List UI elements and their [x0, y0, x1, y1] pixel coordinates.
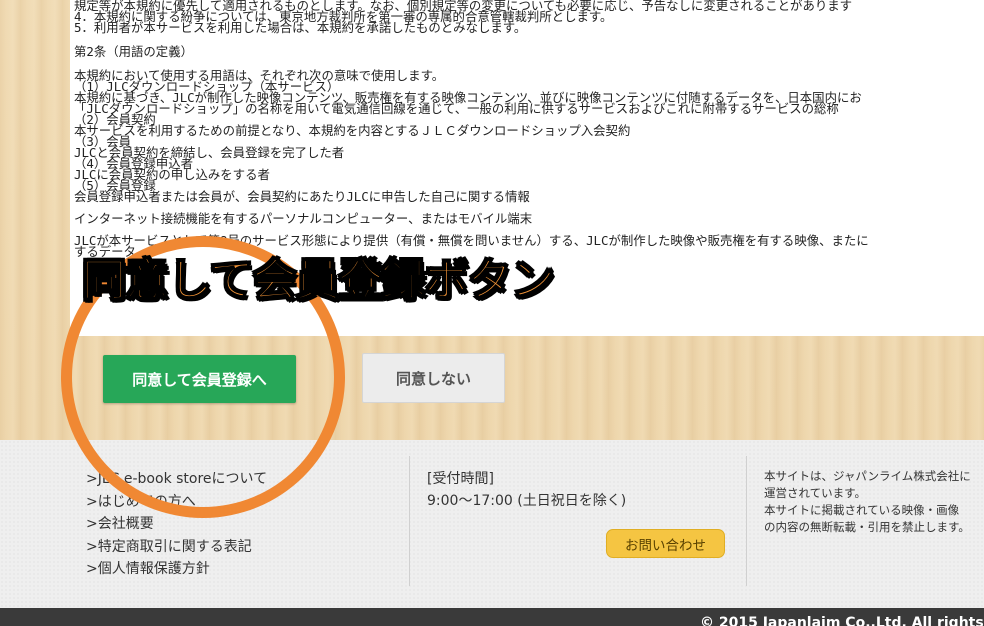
copyright-bar: © 2015 Japanlaim Co.,Ltd. All rights [0, 608, 984, 626]
notice-line: の内容の無断転載・引用を禁止します。 [764, 520, 970, 534]
copyright-text: © 2015 Japanlaim Co.,Ltd. All rights [700, 615, 984, 626]
footer-notice: 本サイトは、ジャパンライム株式会社に 運営されています。 本サイトに掲載されてい… [764, 468, 971, 536]
notice-line: 本サイトに掲載されている映像・画像 [764, 503, 960, 517]
footer-divider [409, 456, 410, 586]
contact-button[interactable]: お問い合わせ [606, 529, 725, 558]
terms-line: 本サービスを利用するための前提となり、本規約を内容とするＪＬＣダウンロードショッ… [74, 123, 631, 138]
disagree-button[interactable]: 同意しない [362, 353, 505, 403]
annotation-label: 同意して会員登録ボタン [81, 254, 555, 307]
footer-link-commerce-law[interactable]: >特定商取引に関する表記 [86, 536, 267, 559]
terms-line: JLCと会員契約を締結し、会員登録を完了した者 [74, 145, 345, 160]
hours-value: 9:00～17:00 (土日祝日を除く) [427, 493, 627, 509]
terms-article-heading: 第2条（用語の定義） [74, 44, 193, 59]
footer-hours: [受付時間] 9:00～17:00 (土日祝日を除く) [427, 468, 626, 512]
footer-divider [746, 456, 747, 586]
footer-link-company[interactable]: >会社概要 [86, 513, 267, 536]
terms-line: JLCに会員契約の申し込みをする者 [74, 167, 270, 182]
terms-line: 会員登録申込者または会員が、会員契約にあたりJLCに申告した自己に関する情報 [74, 189, 530, 204]
terms-line: インターネット接続機能を有するパーソナルコンピューター、またはモバイル端末 [74, 211, 533, 226]
footer-link-privacy[interactable]: >個人情報保護方針 [86, 558, 267, 581]
hours-title: [受付時間] [427, 471, 494, 487]
notice-line: 運営されています。 [764, 486, 867, 500]
notice-line: 本サイトは、ジャパンライム株式会社に [764, 469, 971, 483]
